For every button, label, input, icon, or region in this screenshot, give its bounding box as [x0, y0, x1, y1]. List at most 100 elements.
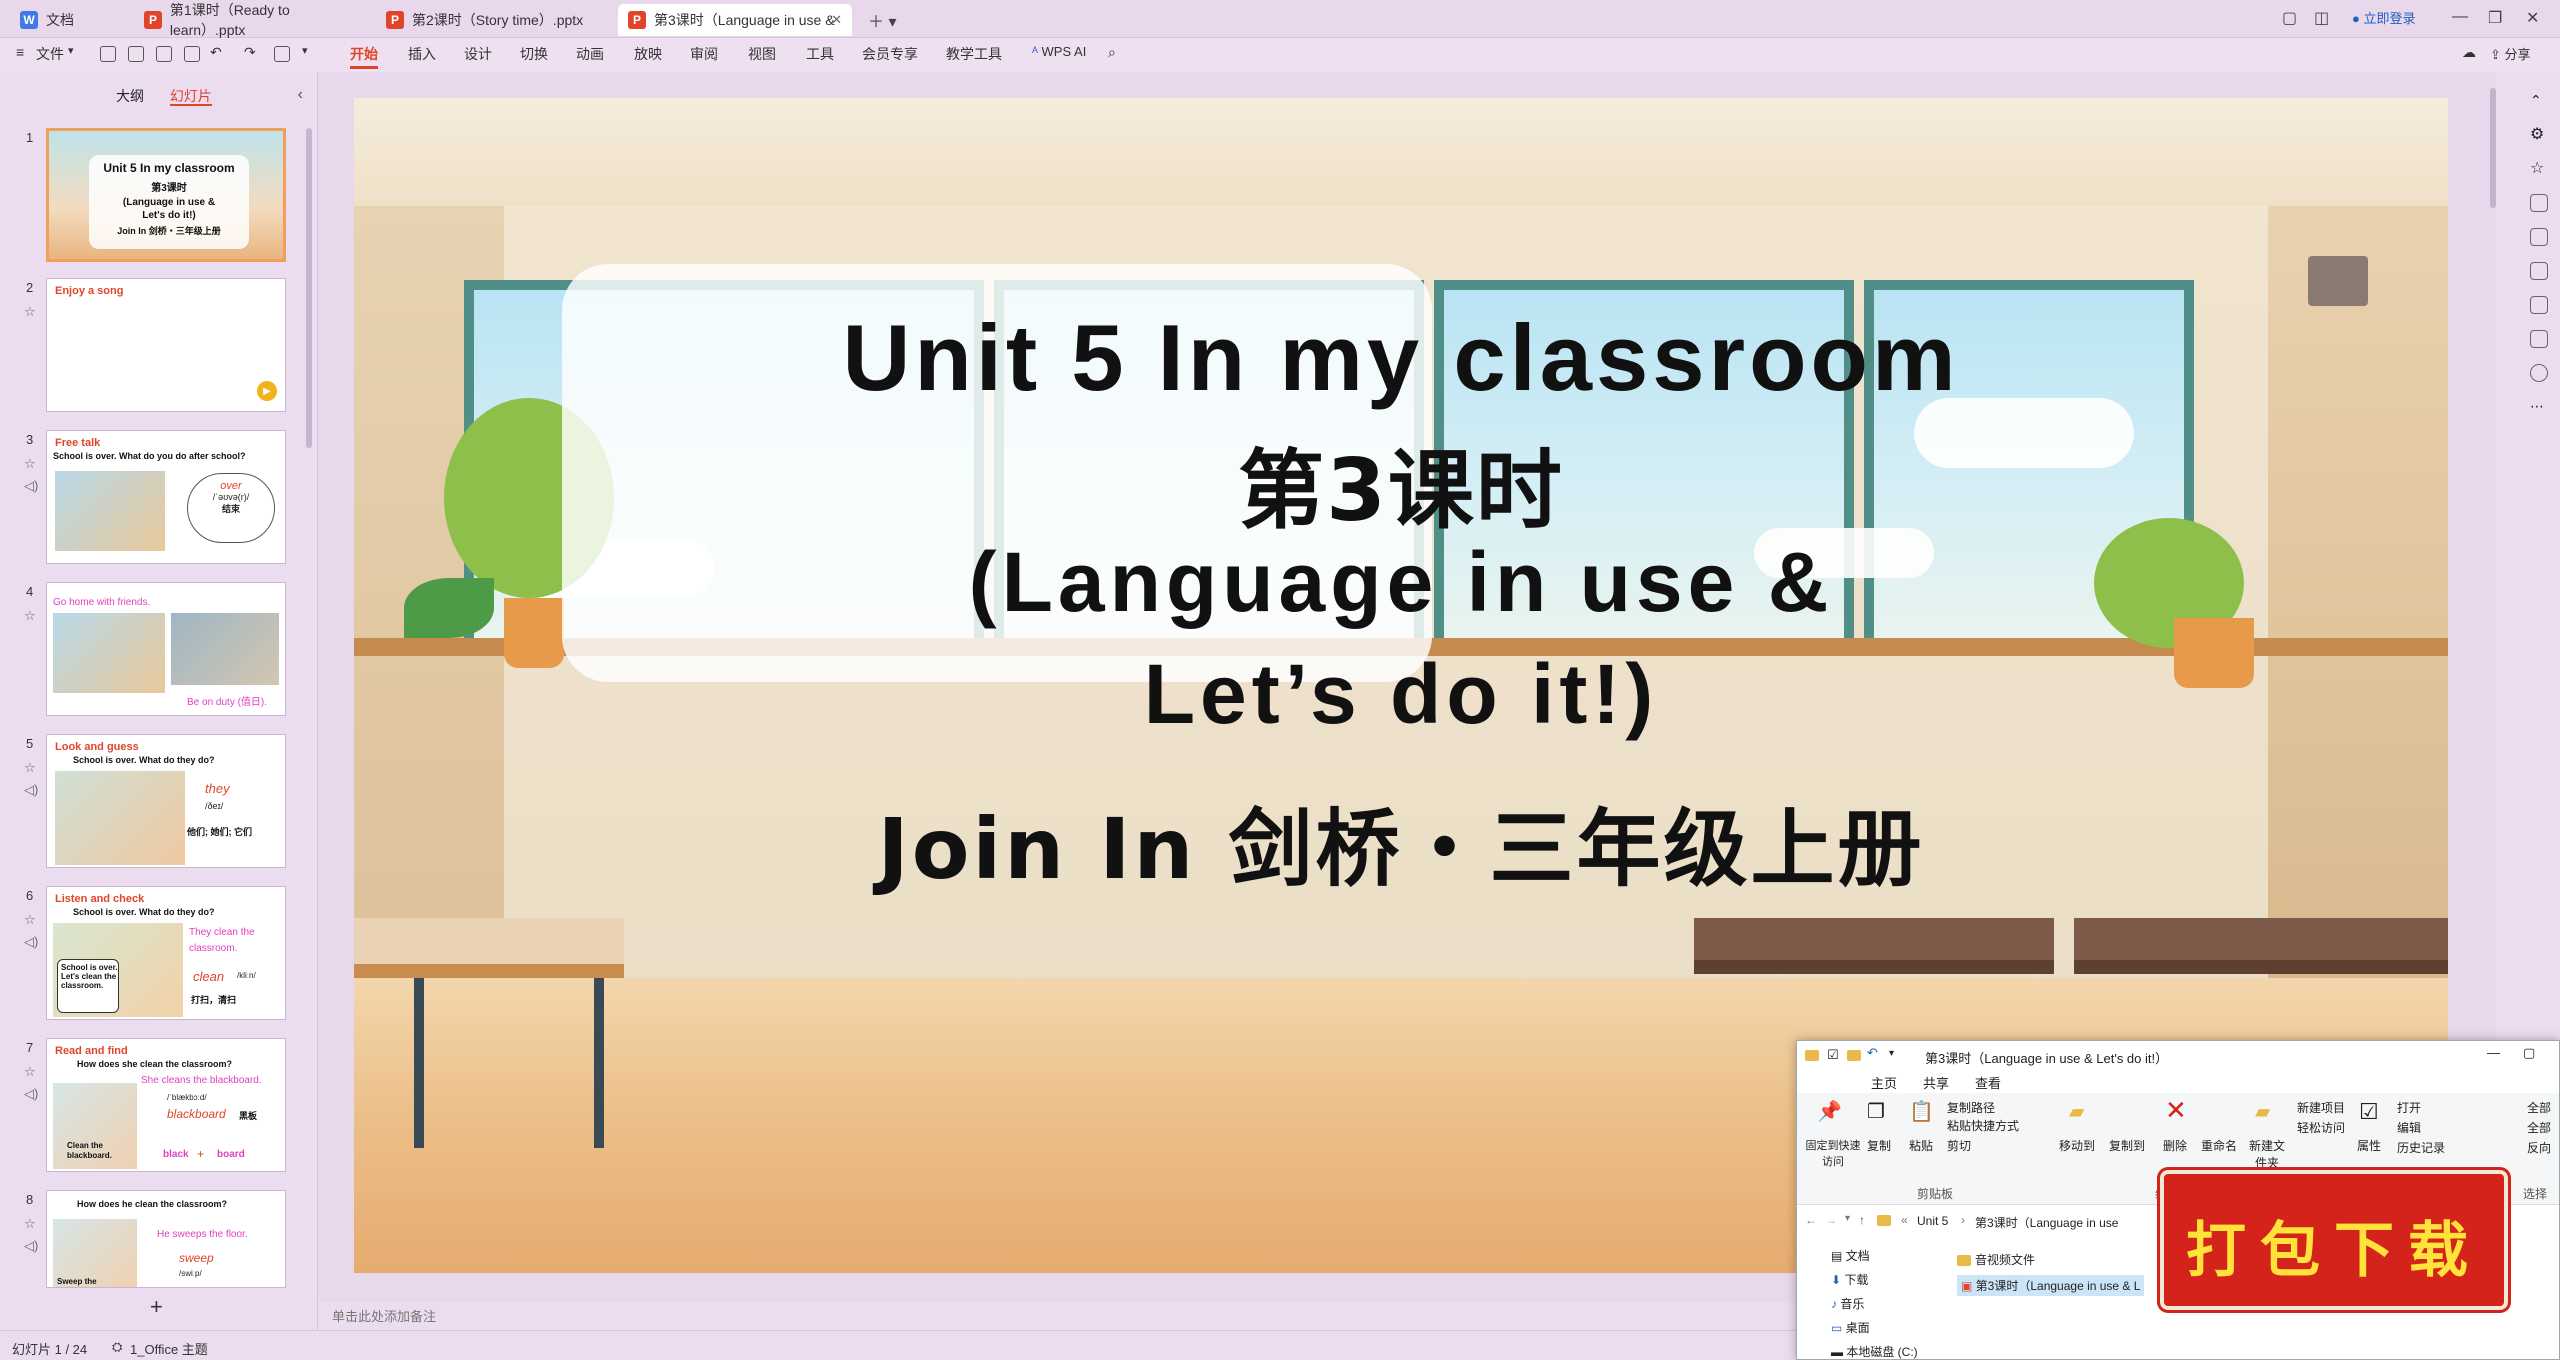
menu-slideshow[interactable]: 放映 [634, 44, 662, 64]
undo-icon[interactable]: ↶ [210, 44, 222, 61]
more-icon[interactable]: ▾ [302, 44, 308, 57]
share-button[interactable]: ⇪ 分享 [2490, 44, 2531, 63]
star-icon[interactable]: ☆ [24, 1216, 36, 1232]
delete-button[interactable]: 删除 [2163, 1137, 2187, 1154]
pin-quick-access-button[interactable]: 固定到快速访问 [1803, 1137, 1863, 1169]
paste-button[interactable]: 粘贴 [1909, 1137, 1933, 1154]
print-icon[interactable] [156, 46, 172, 62]
chevron-down-icon[interactable]: ▾ [68, 44, 74, 57]
copy-icon[interactable] [2530, 194, 2548, 212]
back-icon[interactable]: ← [1805, 1213, 1817, 1227]
box-icon[interactable] [2530, 330, 2548, 348]
select-all-button[interactable]: 全部 [2527, 1099, 2551, 1116]
undo-icon[interactable]: ↶ [1867, 1045, 1878, 1061]
collapse-icon[interactable]: ⌃ [2530, 92, 2548, 110]
history-button[interactable]: 历史记录 [2397, 1139, 2445, 1156]
file-row[interactable]: ▣ 第3课时（Language in use & L [1957, 1275, 2145, 1296]
slide-textbook[interactable]: Join In 剑桥・三年级上册 [354, 782, 2448, 903]
preview-icon[interactable] [184, 46, 200, 62]
slide-thumbnail[interactable]: How does he clean the classroom? He swee… [46, 1190, 286, 1288]
forward-icon[interactable]: → [1825, 1213, 1837, 1227]
format-icon[interactable] [274, 46, 290, 62]
copy-path-button[interactable]: 复制路径 [1947, 1099, 1995, 1116]
book-icon[interactable] [2530, 296, 2548, 314]
login-button[interactable]: ● 立即登录 [2352, 8, 2416, 27]
new-folder-button[interactable]: 新建文件夹 [2247, 1137, 2287, 1171]
slide-thumbnail[interactable]: Read and find How does she clean the cla… [46, 1038, 286, 1172]
nav-music[interactable]: ♪ 音乐 [1831, 1295, 1864, 1312]
download-banner[interactable]: 打包下载 [2160, 1170, 2508, 1310]
collapse-icon[interactable]: ‹ [298, 86, 303, 104]
menu-insert[interactable]: 插入 [408, 44, 436, 64]
nav-desktop[interactable]: ▭ 桌面 [1831, 1319, 1870, 1336]
open-button[interactable]: 打开 [2397, 1099, 2421, 1116]
move-to-button[interactable]: 移动到 [2059, 1137, 2095, 1154]
star-icon[interactable]: ☆ [2530, 158, 2548, 177]
edit-button[interactable]: 编辑 [2397, 1119, 2421, 1136]
nav-local-disk[interactable]: ▬ 本地磁盘 (C:) [1831, 1343, 1918, 1360]
star-icon[interactable]: ☆ [24, 304, 36, 320]
sliders-icon[interactable]: ⚙ [2530, 124, 2548, 143]
explorer-tab-home[interactable]: 主页 [1871, 1073, 1897, 1092]
slide-subtitle-line2[interactable]: Let’s do it!) [354, 646, 2448, 743]
new-item-button[interactable]: 新建项目 [2297, 1099, 2345, 1116]
window-icon[interactable]: ▢ [2282, 8, 2297, 28]
slide-lesson[interactable]: 第3课时 [354, 420, 2448, 545]
wps-ai-button[interactable]: ᴬ WPS AI [1032, 44, 1086, 59]
properties-button[interactable]: 属性 [2357, 1137, 2381, 1154]
star-icon[interactable]: ☆ [24, 1064, 36, 1080]
chevron-down-icon[interactable]: ▾ [1889, 1048, 1894, 1059]
slide-thumbnail[interactable]: Listen and check School is over. What do… [46, 886, 286, 1020]
file-menu[interactable]: 文件 [36, 44, 64, 64]
path-lesson3[interactable]: 第3课时（Language in use [1975, 1214, 2118, 1231]
cloud-icon[interactable]: ☁ [2462, 44, 2476, 61]
redo-icon[interactable]: ↷ [244, 44, 256, 61]
help-icon[interactable] [2530, 364, 2548, 382]
notes-placeholder[interactable]: 单击此处添加备注 [332, 1306, 436, 1325]
menu-home[interactable]: 开始 [350, 44, 378, 69]
restore-button[interactable]: ❐ [2488, 8, 2502, 28]
layout-icon[interactable]: ◫ [2314, 8, 2329, 28]
invert-selection-button[interactable]: 反向 [2527, 1139, 2551, 1156]
slide-thumbnail[interactable]: Unit 5 In my classroom 第3课时 (Language in… [46, 128, 286, 262]
select-none-button[interactable]: 全部 [2527, 1119, 2551, 1136]
tab-outline[interactable]: 大纲 [116, 88, 144, 104]
close-icon[interactable]: ✕ [831, 12, 842, 28]
thumbnail-scrollbar[interactable] [306, 128, 312, 448]
path-unit5[interactable]: Unit 5 [1917, 1214, 1948, 1228]
slide-thumbnail[interactable]: Go home with friends. Be on duty (值日). [46, 582, 286, 716]
theme-name[interactable]: 1_Office 主题 [130, 1339, 208, 1358]
tab-lesson2[interactable]: P 第2课时（Story time）.pptx [376, 4, 610, 36]
menu-review[interactable]: 审阅 [690, 44, 718, 64]
menu-animation[interactable]: 动画 [576, 44, 604, 64]
minimize-button[interactable]: — [2487, 1045, 2500, 1060]
cut-button[interactable]: 剪切 [1947, 1137, 1971, 1154]
menu-tools[interactable]: 工具 [806, 44, 834, 64]
tab-slides[interactable]: 幻灯片 [169, 88, 212, 106]
slide-title[interactable]: Unit 5 In my classroom [354, 304, 2448, 412]
explorer-tab-share[interactable]: 共享 [1923, 1073, 1949, 1092]
star-icon[interactable]: ☆ [24, 456, 36, 472]
menu-view[interactable]: 视图 [748, 44, 776, 64]
file-row[interactable]: 音视频文件 [1957, 1251, 2035, 1268]
menu-member[interactable]: 会员专享 [862, 44, 918, 64]
new-tab-icon[interactable]: ＋ ▾ [868, 8, 896, 32]
slide-subtitle-line1[interactable]: (Language in use & [354, 534, 2448, 631]
export-icon[interactable] [128, 46, 144, 62]
tab-docs[interactable]: W 文档 [10, 4, 128, 36]
save-icon[interactable] [100, 46, 116, 62]
menu-teaching[interactable]: 教学工具 [946, 44, 1002, 64]
up-icon[interactable]: ↑ [1859, 1213, 1865, 1227]
paste-shortcut-button[interactable]: 粘贴快捷方式 [1947, 1117, 2019, 1134]
image-icon[interactable] [2530, 228, 2548, 246]
star-icon[interactable]: ☆ [24, 760, 36, 776]
edit-icon[interactable] [2530, 262, 2548, 280]
star-icon[interactable]: ☆ [24, 912, 36, 928]
close-window-button[interactable]: ✕ [2526, 8, 2539, 28]
nav-downloads[interactable]: ⬇ 下载 [1831, 1271, 1868, 1288]
nav-documents[interactable]: ▤ 文档 [1831, 1247, 1870, 1264]
rename-button[interactable]: 重命名 [2201, 1137, 2237, 1154]
copy-to-button[interactable]: 复制到 [2109, 1137, 2145, 1154]
canvas-scrollbar[interactable] [2490, 88, 2496, 208]
maximize-button[interactable]: ▢ [2523, 1045, 2535, 1061]
